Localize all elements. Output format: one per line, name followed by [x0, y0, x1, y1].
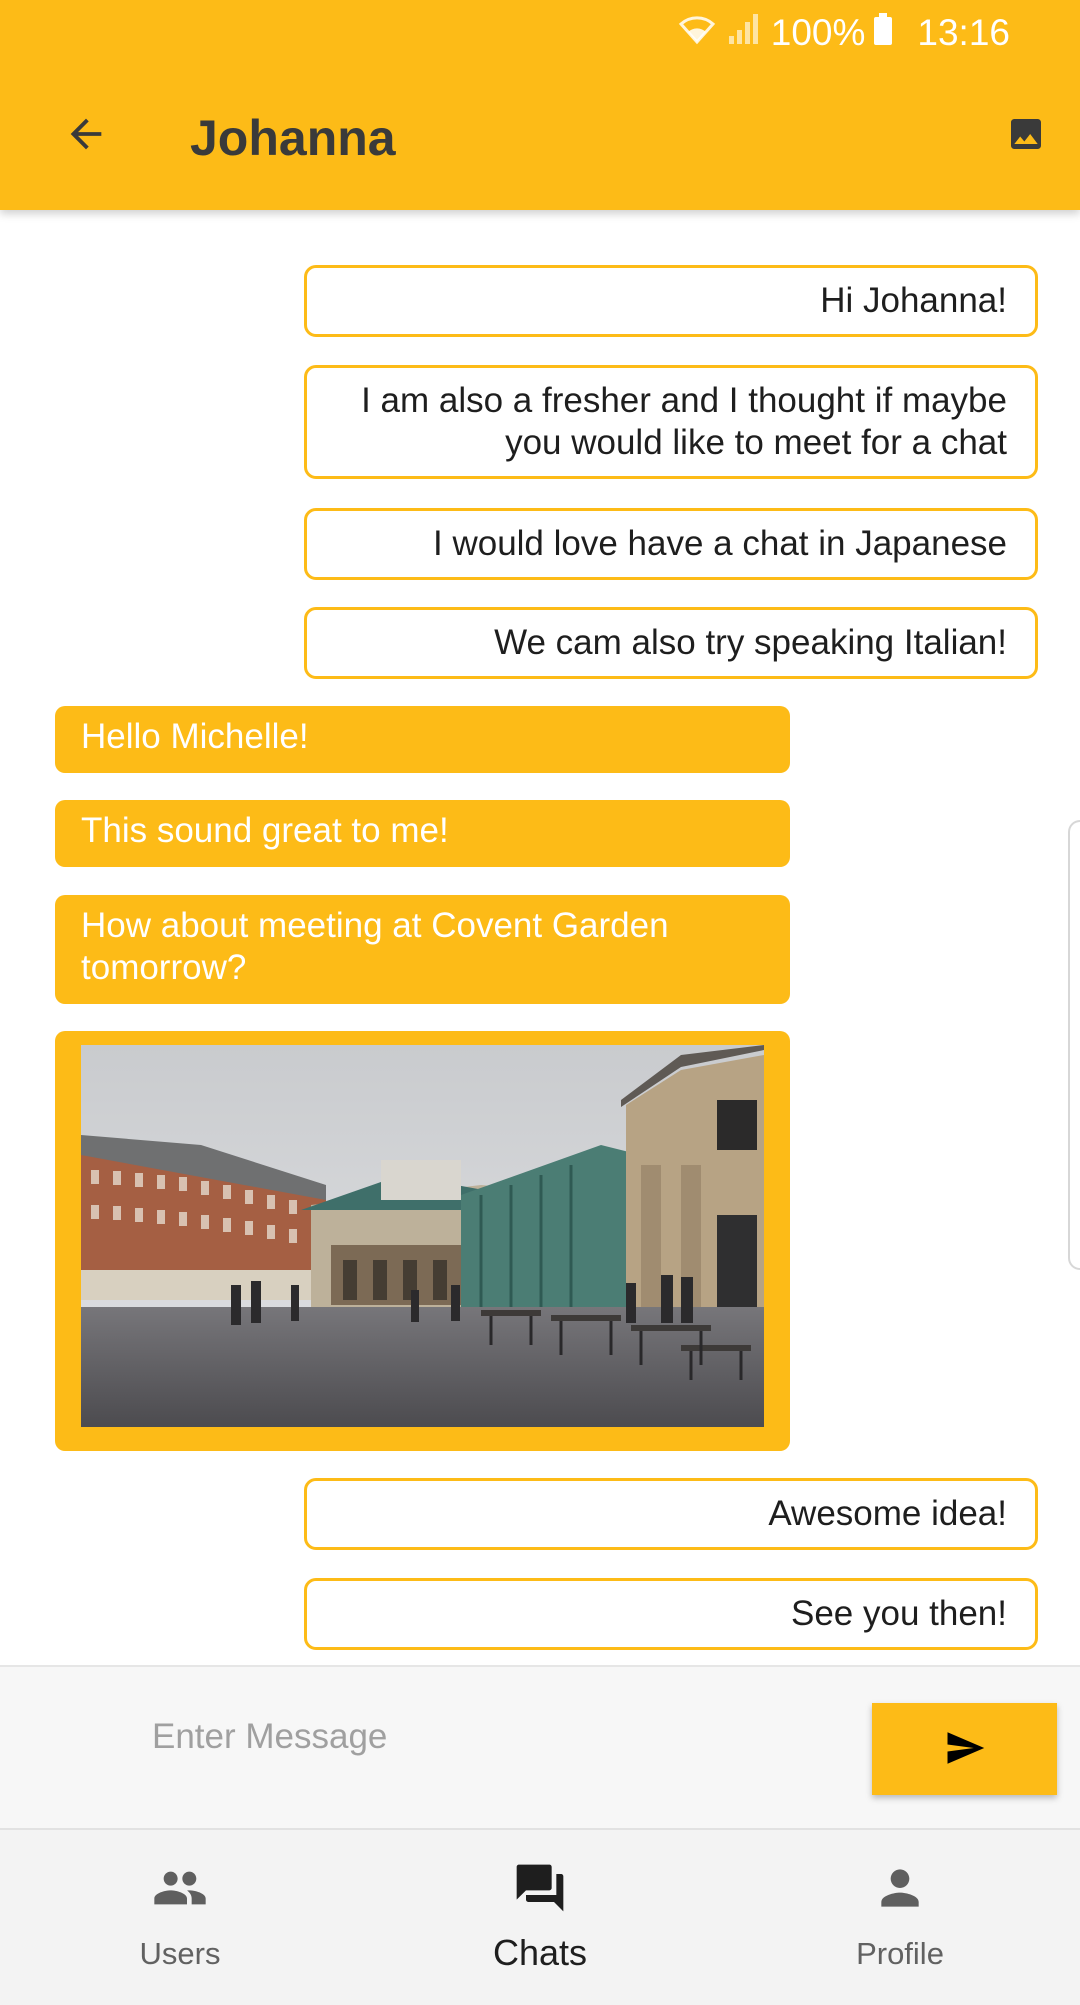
person-icon	[872, 1860, 928, 1916]
send-icon	[944, 1727, 986, 1772]
outgoing-message: Hi Johanna!	[304, 265, 1038, 337]
nav-label: Users	[139, 1936, 221, 1971]
bottom-navigation: Users Chats Profile	[0, 1828, 1080, 2005]
app-bar: 100% 13:16 Johanna	[0, 0, 1080, 210]
chat-icon	[510, 1860, 570, 1916]
message-text: I would love have a chat in Japanese	[433, 524, 1007, 563]
message-text: I am also a fresher and I thought if may…	[361, 381, 1007, 462]
send-button[interactable]	[872, 1703, 1057, 1795]
incoming-message: This sound great to me!	[55, 800, 790, 867]
battery-percentage: 100%	[770, 12, 866, 53]
people-icon	[150, 1860, 210, 1916]
nav-item-profile[interactable]: Profile	[720, 1830, 1080, 2005]
message-composer	[0, 1665, 1080, 1828]
message-text: This sound great to me!	[81, 811, 449, 850]
outgoing-message: I am also a fresher and I thought if may…	[304, 365, 1038, 479]
message-text: Hi Johanna!	[820, 281, 1007, 320]
clock: 13:16	[917, 12, 1010, 53]
incoming-message: How about meeting at Covent Garden tomor…	[55, 895, 790, 1004]
message-text: We cam also try speaking Italian!	[494, 623, 1007, 662]
message-list[interactable]: Hi Johanna! I am also a fresher and I th…	[0, 210, 1080, 1665]
message-input[interactable]	[150, 1705, 850, 1769]
outgoing-message: We cam also try speaking Italian!	[304, 607, 1038, 679]
battery-icon	[873, 12, 893, 55]
status-bar: 100% 13:16	[677, 10, 1010, 56]
message-text: Awesome idea!	[768, 1494, 1007, 1533]
incoming-image-message[interactable]	[55, 1031, 790, 1451]
incoming-message: Hello Michelle!	[55, 706, 790, 773]
outgoing-message: Awesome idea!	[304, 1478, 1038, 1550]
image-icon	[1006, 114, 1046, 159]
chat-screen: 100% 13:16 Johanna Hi Johanna! I am also…	[0, 0, 1080, 2005]
signal-icon	[727, 12, 761, 55]
nav-item-chats[interactable]: Chats	[360, 1830, 720, 2005]
arrow-back-icon	[63, 111, 109, 162]
outgoing-message: I would love have a chat in Japanese	[304, 508, 1038, 580]
scroll-indicator[interactable]	[1068, 820, 1080, 1270]
send-image-button[interactable]	[1002, 112, 1050, 160]
nav-label: Profile	[856, 1936, 944, 1971]
page-title: Johanna	[190, 110, 396, 166]
message-text: See you then!	[791, 1594, 1007, 1633]
message-text: How about meeting at Covent Garden tomor…	[81, 906, 669, 987]
nav-item-users[interactable]: Users	[0, 1830, 360, 2005]
covent-garden-photo[interactable]	[81, 1045, 764, 1427]
outgoing-message: See you then!	[304, 1578, 1038, 1650]
back-button[interactable]	[50, 100, 122, 172]
nav-label: Chats	[492, 1932, 588, 1973]
message-text: Hello Michelle!	[81, 717, 309, 756]
wifi-icon	[677, 12, 717, 55]
